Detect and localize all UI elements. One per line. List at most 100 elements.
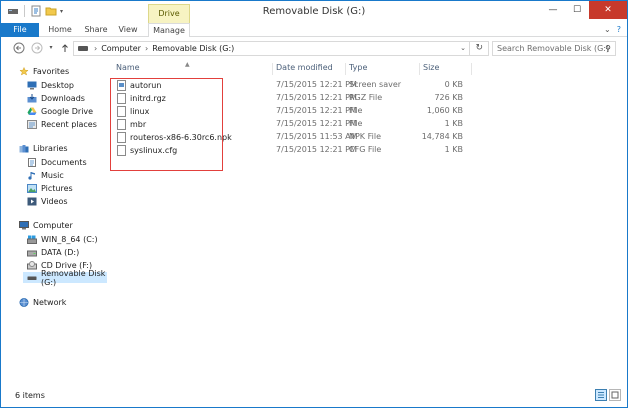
file-date: 7/15/2015 12:21 PM (276, 93, 357, 102)
breadcrumb-computer[interactable]: Computer (101, 44, 141, 53)
table-row[interactable]: mbr 7/15/2015 12:21 PM File 1 KB (113, 118, 473, 131)
sidebar-item-videos[interactable]: Videos (27, 196, 68, 207)
file-name: mbr (130, 120, 147, 129)
expand-ribbon-icon[interactable]: ⌄ (604, 25, 611, 34)
column-header-size[interactable]: Size (420, 63, 472, 75)
file-size: 1 KB (444, 145, 463, 154)
minimize-button[interactable]: — (541, 1, 565, 19)
close-button[interactable]: ✕ (589, 1, 627, 19)
pictures-icon (27, 184, 37, 193)
file-type: NPK File (349, 132, 381, 141)
breadcrumb-removable-disk[interactable]: Removable Disk (G:) (152, 44, 234, 53)
tab-file[interactable]: File (1, 23, 39, 37)
sidebar-item-drive-c[interactable]: WIN_8_64 (C:) (27, 234, 98, 245)
file-icon (117, 132, 126, 143)
details-view-icon (598, 392, 604, 398)
nav-group-computer[interactable]: Computer (19, 221, 73, 230)
videos-icon (27, 197, 37, 206)
recent-places-icon (27, 120, 37, 129)
sidebar-item-recent-places[interactable]: Recent places (27, 119, 97, 130)
windows-drive-icon (27, 235, 37, 244)
file-icon (117, 93, 126, 104)
nav-group-libraries[interactable]: Libraries (19, 144, 68, 153)
forward-button[interactable] (31, 42, 43, 54)
sidebar-item-music[interactable]: Music (27, 170, 64, 181)
address-field[interactable]: › Computer › Removable Disk (G:) ⌄ ↻ (73, 41, 489, 56)
file-name: initrd.rgz (130, 94, 166, 103)
explorer-window: ▾ Drive Tools Removable Disk (G:) — ☐ ✕ … (0, 0, 628, 408)
table-row[interactable]: initrd.rgz 7/15/2015 12:21 PM RGZ File 7… (113, 92, 473, 105)
file-type: File (349, 106, 363, 115)
refresh-icon[interactable]: ↻ (475, 43, 483, 53)
file-icon (117, 106, 126, 117)
large-icons-view-button[interactable] (609, 389, 621, 401)
file-size: 1,060 KB (426, 106, 463, 115)
tab-view[interactable]: View (115, 23, 141, 37)
details-view-button[interactable] (595, 389, 607, 401)
column-header-name[interactable]: Name ▲ (113, 61, 273, 75)
sort-ascending-icon: ▲ (185, 61, 190, 68)
table-row[interactable]: linux 7/15/2015 12:21 PM File 1,060 KB (113, 105, 473, 118)
table-row[interactable]: routeros-x86-6.30rc6.npk 7/15/2015 11:53… (113, 131, 473, 144)
window-title: Removable Disk (G:) (262, 6, 366, 17)
downloads-icon (27, 94, 37, 103)
tab-home[interactable]: Home (45, 23, 75, 37)
navigation-pane: Favorites Desktop Downloads Google Drive… (1, 59, 107, 385)
file-icon (117, 119, 126, 130)
column-header-date[interactable]: Date modified (273, 63, 346, 75)
google-drive-icon (27, 107, 37, 115)
address-bar-row: ▾ › Computer › Removable Disk (G:) ⌄ ↻ S… (1, 37, 627, 59)
tab-share[interactable]: Share (81, 23, 111, 37)
up-arrow-icon (62, 44, 68, 52)
item-count: 6 items (15, 391, 45, 400)
file-date: 7/15/2015 12:21 PM (276, 119, 357, 128)
file-date: 7/15/2015 12:21 PM (276, 145, 357, 154)
sidebar-item-google-drive[interactable]: Google Drive (27, 106, 93, 117)
recent-locations-icon[interactable]: ▾ (45, 42, 57, 54)
drive-icon (78, 46, 88, 51)
help-icon[interactable]: ? (617, 25, 621, 34)
up-button[interactable] (59, 42, 71, 54)
breadcrumb-separator-icon: › (144, 44, 149, 53)
file-size: 1 KB (444, 119, 463, 128)
sidebar-item-drive-g[interactable]: Removable Disk (G:) (23, 269, 107, 287)
nav-group-favorites[interactable]: Favorites (19, 67, 69, 76)
breadcrumb-separator-icon: › (94, 44, 98, 53)
file-date: 7/15/2015 12:21 PM (276, 80, 357, 89)
ribbon-tabs: File Home Share View Manage ⌄ ? (1, 23, 627, 38)
file-size: 726 KB (434, 93, 463, 102)
sidebar-item-downloads[interactable]: Downloads (27, 93, 85, 104)
search-input[interactable]: Search Removable Disk (G:) ⚲ (492, 41, 616, 56)
star-icon (19, 67, 29, 76)
sidebar-item-drive-d[interactable]: DATA (D:) (27, 247, 79, 258)
address-dropdown-icon[interactable]: ⌄ (460, 44, 466, 52)
network-icon (19, 298, 29, 307)
file-type: CFG File (349, 145, 382, 154)
file-size: 14,784 KB (421, 132, 463, 141)
back-button[interactable] (13, 42, 25, 54)
search-icon[interactable]: ⚲ (605, 42, 611, 55)
file-type: Screen saver (349, 80, 402, 89)
file-date: 7/15/2015 11:53 AM (276, 132, 358, 141)
maximize-button[interactable]: ☐ (565, 1, 589, 19)
removable-drive-icon (27, 276, 37, 280)
sidebar-item-pictures[interactable]: Pictures (27, 183, 73, 194)
table-row[interactable]: autorun 7/15/2015 12:21 PM Screen saver … (113, 79, 473, 92)
music-icon (28, 172, 35, 180)
computer-icon (19, 221, 29, 230)
tab-manage[interactable]: Manage (148, 23, 190, 38)
nav-group-network[interactable]: Network (19, 298, 66, 307)
view-toggle (595, 389, 621, 401)
sidebar-item-desktop[interactable]: Desktop (27, 80, 74, 91)
screen-saver-file-icon (117, 80, 126, 91)
address-divider (469, 42, 470, 55)
file-name: linux (130, 107, 150, 116)
column-header-type[interactable]: Type (346, 63, 420, 75)
back-arrow-icon (13, 42, 25, 54)
sidebar-item-documents[interactable]: Documents (27, 157, 87, 168)
table-row[interactable]: syslinux.cfg 7/15/2015 12:21 PM CFG File… (113, 144, 473, 157)
file-name: syslinux.cfg (130, 146, 178, 155)
large-icons-view-icon (611, 391, 619, 399)
documents-icon (28, 158, 36, 167)
file-type: RGZ File (349, 93, 383, 102)
